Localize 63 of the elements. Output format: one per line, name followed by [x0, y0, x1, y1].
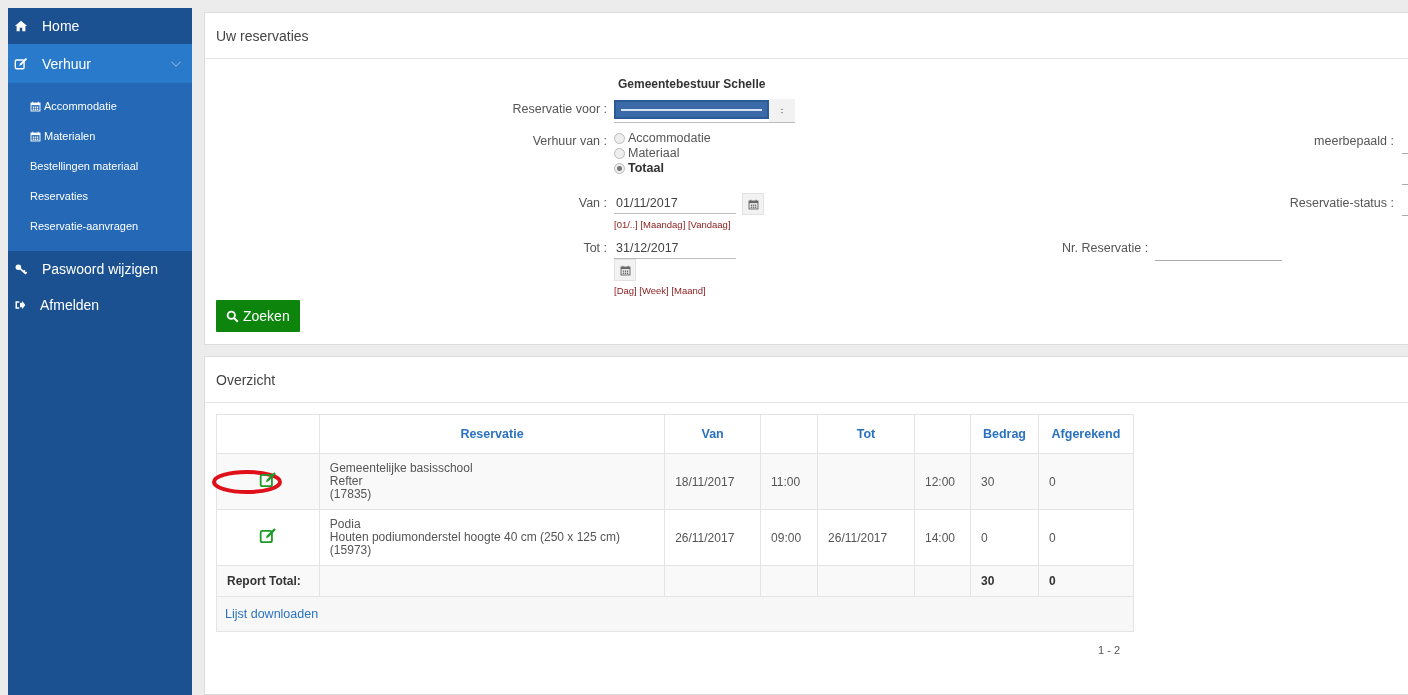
submenu-item[interactable]: Accommodatie	[8, 91, 192, 121]
total-label: Report Total:	[227, 574, 301, 588]
column-header[interactable]: Tot	[856, 427, 876, 441]
search-icon	[226, 309, 239, 323]
field-label: Tot :	[582, 240, 607, 255]
calendar-icon	[30, 130, 41, 142]
edit-icon	[258, 471, 277, 489]
table-cell-text: Gemeentelijke basisschool Refter (17835)	[329, 462, 474, 501]
key-icon	[14, 262, 28, 276]
table-cell: 12:00	[925, 474, 955, 489]
table-cell: 26/11/2017	[675, 530, 735, 545]
radio-option[interactable]: Materiaal	[614, 146, 1034, 160]
calendar-icon	[30, 100, 41, 112]
panel-title: Overzicht	[216, 371, 276, 388]
table-cell: 18/11/2017	[675, 474, 735, 489]
table-cell: 30	[980, 474, 995, 489]
search-button[interactable]: Zoeken	[216, 300, 300, 332]
table-cell: 26/11/2017	[828, 530, 888, 545]
field-label: Reservatie-status :	[1289, 195, 1394, 210]
table-cell: 11:00	[771, 474, 801, 489]
sort-arrows-icon	[778, 106, 786, 115]
panel-title: Uw reservaties	[216, 27, 309, 44]
sidebar-item[interactable]: Home	[8, 8, 192, 44]
edit-button[interactable]	[258, 527, 277, 545]
edit-button[interactable]	[258, 471, 277, 489]
sidebar-item[interactable]: Paswoord wijzigen	[8, 251, 192, 287]
calendar-icon	[747, 198, 759, 210]
field-label: meerbepaald :	[1314, 133, 1394, 148]
field-label: Verhuur van :	[531, 133, 607, 148]
radio-option[interactable]: Totaal	[614, 161, 1034, 175]
table-cell: 0	[1048, 474, 1056, 489]
field-label: Reservatie voor :	[511, 101, 607, 116]
select-field[interactable]	[614, 99, 795, 123]
radio-option[interactable]: Accommodatie	[614, 131, 1034, 145]
table-cell: 14:00	[925, 530, 955, 545]
table-cell: 09:00	[771, 530, 802, 545]
table-cell: 30	[980, 574, 995, 588]
column-header[interactable]: Reservatie	[460, 427, 524, 441]
submenu-item[interactable]: Bestellingen materiaal	[8, 151, 192, 181]
field-label: Nr. Reservatie :	[1062, 240, 1149, 255]
table-cell: 0	[980, 530, 988, 545]
table-cell-text: Podia Houten podiumonderstel hoogte 40 cm (250 x 125 cm) (15973)	[329, 518, 622, 557]
submenu-item[interactable]: Reservaties	[8, 181, 192, 211]
date-shortcuts[interactable]: [01/..] [Maandag] [Vandaag]	[614, 219, 731, 230]
table-cell: 0	[1048, 530, 1056, 545]
submenu-item[interactable]: Reservatie-aanvragen	[8, 211, 192, 241]
sidebar-item[interactable]: Afmelden	[8, 287, 192, 323]
calendar-icon	[619, 264, 631, 276]
date-shortcuts[interactable]: [Dag] [Week] [Maand]	[614, 285, 706, 296]
submenu-item[interactable]: Materialen	[8, 121, 192, 151]
sidebar-item[interactable]: Verhuur	[8, 44, 192, 83]
sign-out-icon	[14, 299, 26, 311]
calendar-button[interactable]	[614, 259, 636, 281]
download-link[interactable]: Lijst downloaden	[225, 607, 319, 621]
edit-icon	[258, 527, 277, 545]
column-header[interactable]: Van	[701, 427, 724, 441]
edit-icon	[14, 56, 28, 71]
calendar-button[interactable]	[742, 193, 764, 215]
field-label: Van :	[577, 195, 607, 210]
pagination-info: 1 - 2	[1098, 644, 1120, 656]
home-icon	[14, 19, 28, 33]
organisation-name: Gemeentebestuur Schelle	[618, 77, 767, 91]
table-cell: 0	[1048, 574, 1056, 588]
